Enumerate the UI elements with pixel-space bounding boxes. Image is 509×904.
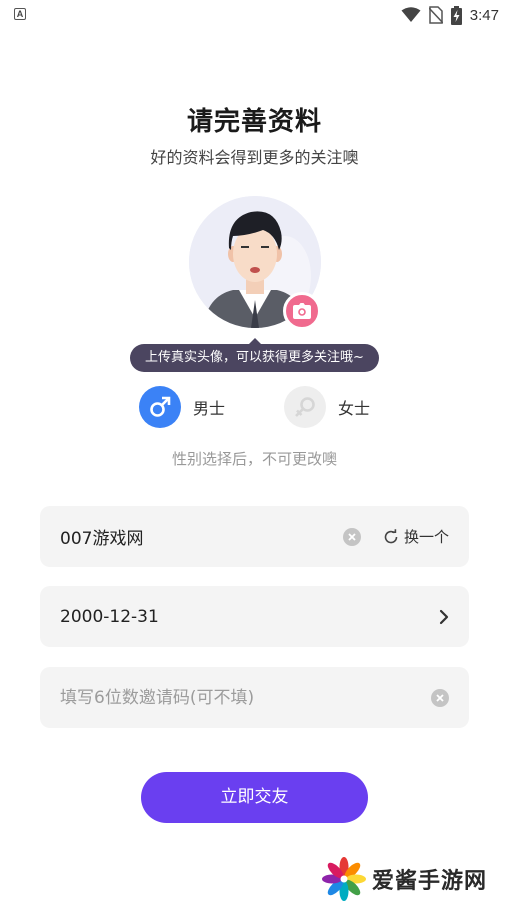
birthday-value: 2000-12-31 <box>60 606 159 627</box>
battery-charging-icon <box>450 5 462 25</box>
refresh-icon <box>384 528 398 543</box>
gender-label-male: 男士 <box>193 399 226 418</box>
submit-button[interactable]: 立即交友 <box>141 772 368 823</box>
watermark-text: 爱酱手游网 <box>372 869 488 894</box>
invite-code-field[interactable] <box>40 667 469 728</box>
chevron-right-icon <box>439 609 449 624</box>
gender-option-male[interactable]: 男士 <box>139 385 225 429</box>
male-icon <box>150 396 171 417</box>
watermark: 爱酱手游网 <box>322 854 487 904</box>
camera-icon <box>293 303 311 319</box>
avatar-upload[interactable] <box>189 196 321 330</box>
nickname-field[interactable]: 007游戏网 换一个 <box>40 506 469 567</box>
gender-label-female: 女士 <box>338 399 371 418</box>
status-bar: A 3:47 <box>0 0 509 30</box>
birthday-field[interactable]: 2000-12-31 <box>40 586 469 647</box>
a-badge-icon: A <box>14 8 26 20</box>
invite-code-input[interactable] <box>60 687 431 708</box>
gender-note: 性别选择后，不可更改噢 <box>171 450 337 468</box>
status-time: 3:47 <box>469 6 499 24</box>
clear-icon[interactable] <box>431 688 449 707</box>
page-subtitle: 好的资料会得到更多的关注噢 <box>150 148 359 167</box>
nickname-value[interactable]: 007游戏网 <box>60 524 343 549</box>
female-icon <box>295 397 315 417</box>
page-title: 请完善资料 <box>186 107 322 137</box>
gender-option-female[interactable]: 女士 <box>284 385 370 429</box>
clear-icon[interactable] <box>342 527 361 546</box>
avatar-tip: 上传真实头像，可以获得更多关注哦~ <box>130 338 379 372</box>
swap-nickname-label: 换一个 <box>403 528 449 546</box>
wifi-icon <box>401 7 421 22</box>
pinwheel-logo <box>322 857 366 901</box>
swap-nickname-button[interactable]: 换一个 <box>383 526 449 547</box>
camera-button[interactable] <box>283 292 321 330</box>
no-sim-icon <box>428 6 443 24</box>
